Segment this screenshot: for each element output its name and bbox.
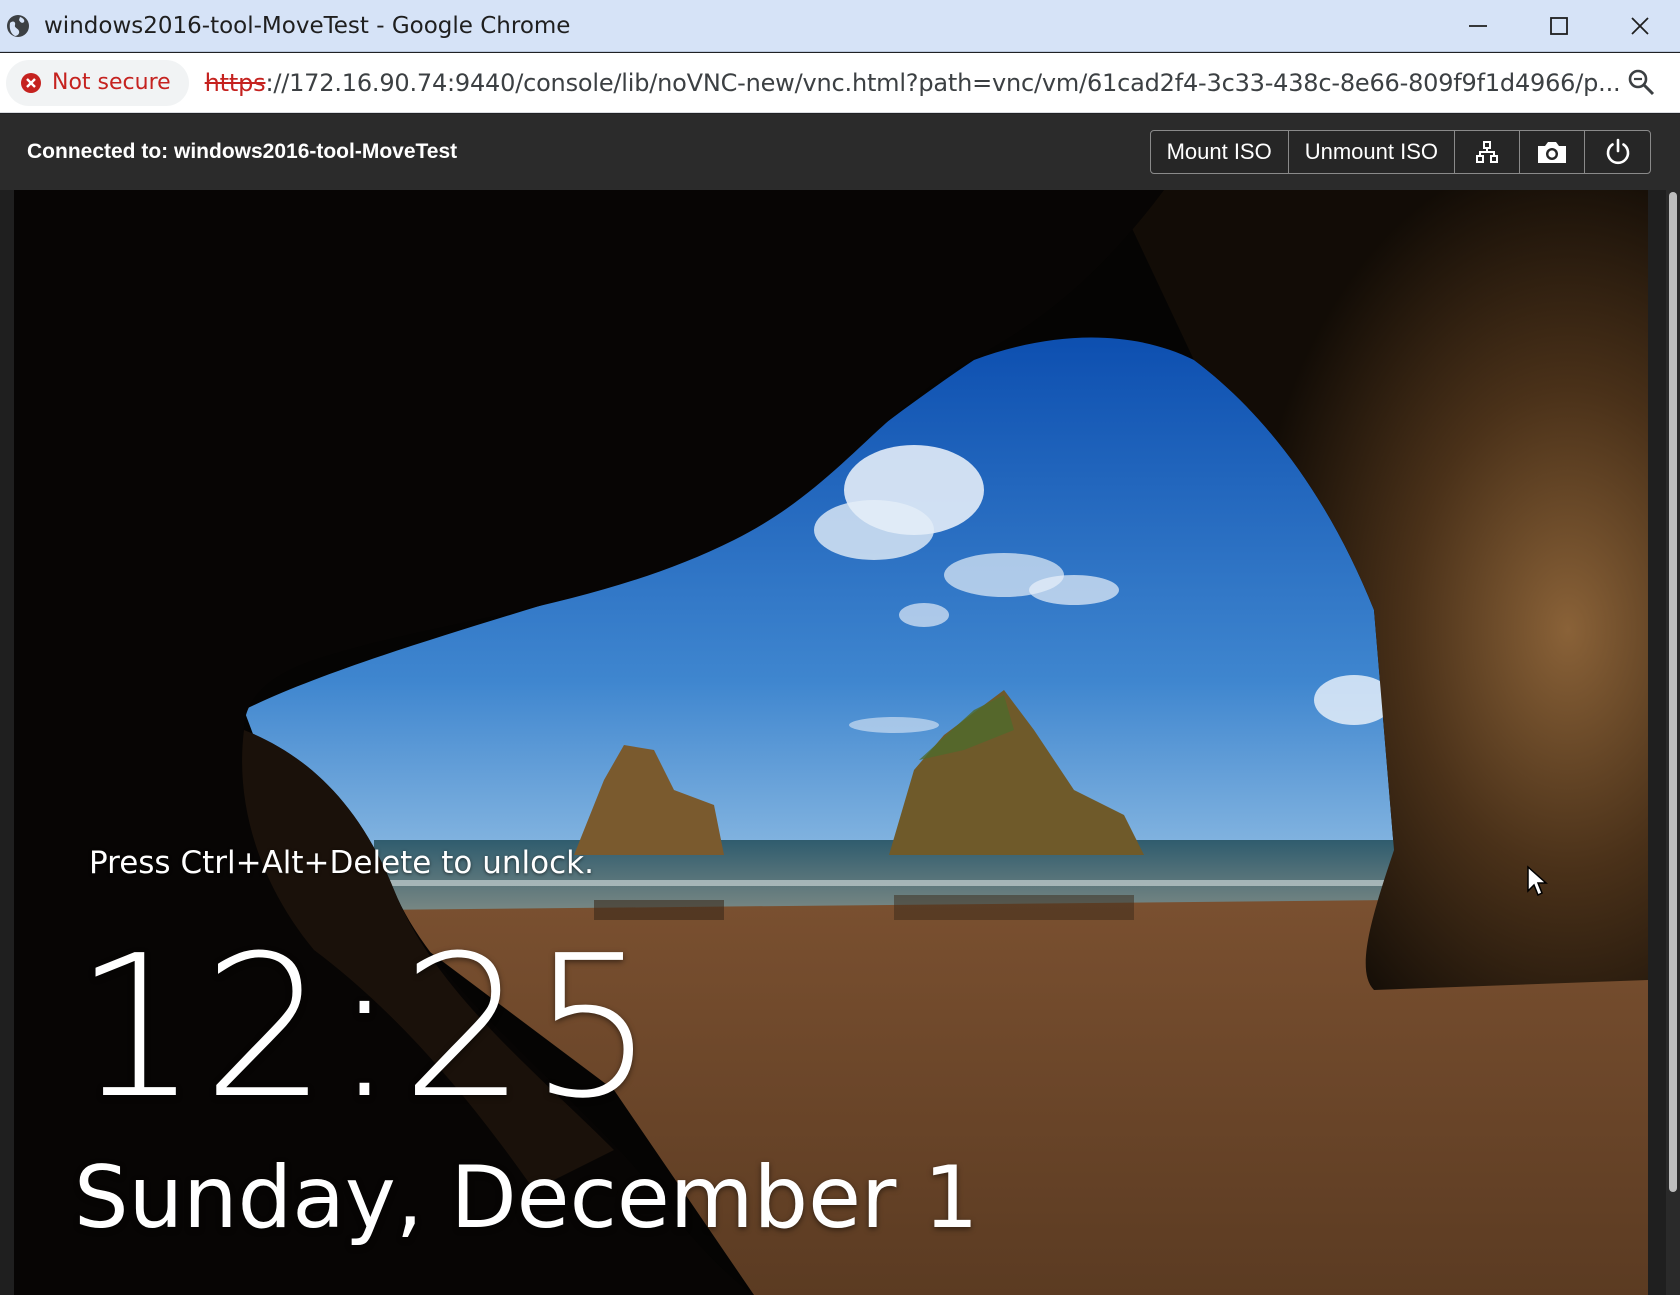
connection-status: Connected to: windows2016-tool-MoveTest [27,140,458,163]
minimize-icon [1468,25,1487,27]
power-button[interactable] [1585,131,1650,173]
vnc-button-group: Mount ISO Unmount ISO [1149,130,1651,174]
maximize-button[interactable] [1518,0,1599,52]
remote-screen[interactable]: Press Ctrl+Alt+Delete to unlock. 12:25 S… [14,190,1648,1295]
security-indicator[interactable]: Not secure [6,59,189,106]
camera-icon [1538,142,1566,163]
lock-screen-date: Sunday, December 1 [74,1148,979,1248]
not-secure-label: Not secure [52,70,171,95]
screenshot-button[interactable] [1520,131,1585,173]
mount-iso-button[interactable]: Mount ISO [1151,131,1289,173]
address-bar: Not secure https://172.16.90.74:9440/con… [0,53,1680,113]
close-button[interactable] [1599,0,1680,52]
url-text: ://172.16.90.74:9440/console/lib/noVNC-n… [265,68,1621,97]
window-title: windows2016-tool-MoveTest - Google Chrom… [44,12,571,39]
warning-icon [21,72,41,93]
window-title-bar: windows2016-tool-MoveTest - Google Chrom… [0,0,1680,52]
mouse-pointer-icon [1527,865,1548,897]
vnc-toolbar: Connected to: windows2016-tool-MoveTest … [0,114,1680,190]
window-controls [1437,0,1680,52]
vnc-console: Press Ctrl+Alt+Delete to unlock. 12:25 S… [0,190,1680,1295]
power-icon [1606,138,1629,165]
vertical-scrollbar[interactable] [1666,190,1680,1295]
network-button[interactable] [1455,131,1520,173]
unmount-iso-button[interactable]: Unmount ISO [1289,131,1455,173]
zoom-icon[interactable] [1626,67,1658,99]
url-field[interactable]: https://172.16.90.74:9440/console/lib/no… [205,69,1621,97]
url-scheme: https [204,68,266,97]
scrollbar-thumb[interactable] [1669,192,1677,1192]
maximize-icon [1549,17,1568,35]
network-icon [1476,141,1498,163]
unlock-hint: Press Ctrl+Alt+Delete to unlock. [89,845,594,881]
minimize-button[interactable] [1437,0,1518,52]
globe-icon [7,14,29,37]
close-icon [1630,17,1649,35]
lock-screen-time: 12:25 [74,914,659,1142]
